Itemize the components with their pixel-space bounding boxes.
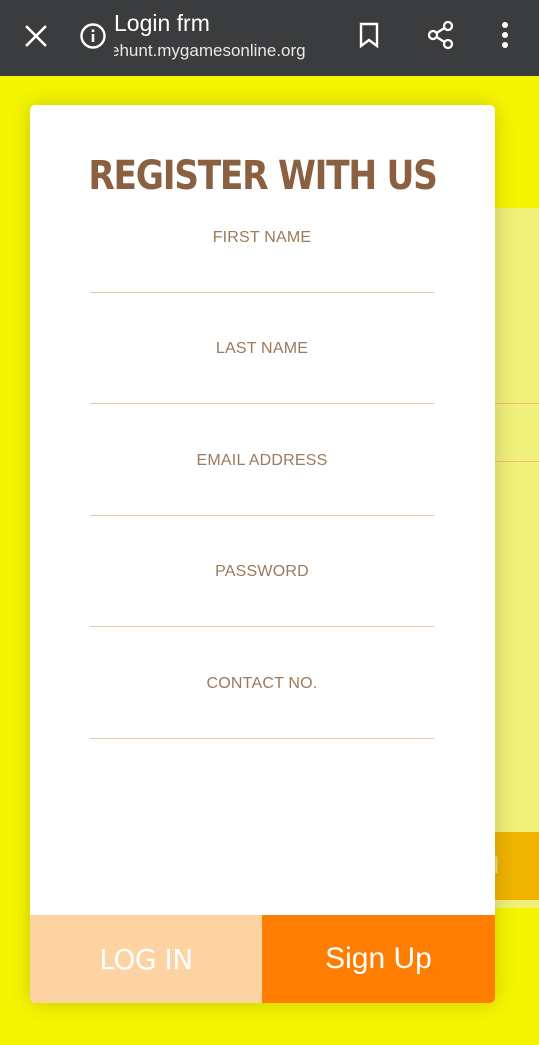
first-name-input[interactable] <box>90 253 434 293</box>
background-email-label: ail <box>494 374 539 404</box>
close-icon <box>25 25 47 47</box>
page-url: ehunt.mygamesonline.org <box>114 41 306 60</box>
site-info-button[interactable] <box>77 20 109 52</box>
signup-tab-button[interactable]: Sign Up <box>262 915 495 1003</box>
last-name-label: LAST NAME <box>215 340 309 357</box>
register-title: REGISTER WITH US <box>88 153 438 199</box>
last-name-input[interactable] <box>90 364 434 404</box>
contact-label: CONTACT NO. <box>206 675 318 692</box>
first-name-field: FIRST NAME <box>90 229 434 303</box>
share-icon <box>427 20 454 50</box>
last-name-field: LAST NAME <box>90 340 434 414</box>
info-icon <box>80 23 106 49</box>
contact-field: CONTACT NO. <box>90 675 434 749</box>
background-input-line <box>494 461 539 462</box>
password-input[interactable] <box>90 587 434 627</box>
email-input[interactable] <box>90 476 434 516</box>
contact-input[interactable] <box>90 699 434 739</box>
share-button[interactable] <box>422 16 460 54</box>
background-input-line <box>494 403 539 404</box>
background-login-button: N <box>494 832 539 900</box>
page-title: Login frm <box>114 10 210 36</box>
email-label: EMAIL ADDRESS <box>196 452 328 469</box>
bookmark-icon <box>359 22 379 49</box>
close-button[interactable] <box>18 18 54 54</box>
background-login-panel <box>494 208 539 908</box>
register-modal: REGISTER WITH US FIRST NAME LAST NAME EM… <box>30 105 495 1003</box>
login-tab-button[interactable]: LOG IN <box>30 915 262 1003</box>
email-field: EMAIL ADDRESS <box>90 452 434 526</box>
browser-top-bar: Login frm ehunt.mygamesonline.org <box>0 0 539 76</box>
bookmark-button[interactable] <box>352 18 386 52</box>
page-title-area[interactable]: Login frm ehunt.mygamesonline.org <box>114 8 336 68</box>
password-label: PASSWORD <box>215 563 309 580</box>
first-name-label: FIRST NAME <box>212 229 312 246</box>
more-options-button[interactable] <box>490 16 520 54</box>
more-vert-icon <box>502 22 508 48</box>
password-field: PASSWORD <box>90 563 434 637</box>
